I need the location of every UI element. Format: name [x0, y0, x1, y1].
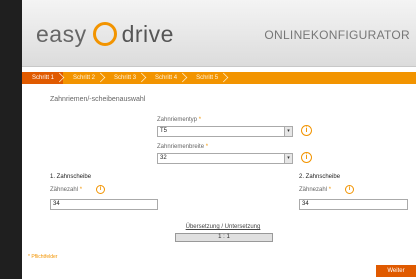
- belt-type-value: T5: [160, 128, 168, 134]
- belt-type-label-text: Zahnriementyp: [157, 117, 198, 123]
- required-mark: *: [198, 117, 202, 123]
- belt-width-select[interactable]: 32 ▾: [157, 153, 293, 164]
- info-icon[interactable]: i: [301, 152, 312, 163]
- pulley-2-teeth-label: Zähnezahl *: [299, 187, 331, 193]
- belt-width-label-text: Zahnriemenbreite: [157, 144, 205, 150]
- belt-width-value: 32: [160, 155, 167, 161]
- chevron-down-icon[interactable]: ▾: [284, 127, 292, 136]
- step-2[interactable]: Schritt 2: [63, 72, 104, 84]
- required-mark: *: [328, 187, 332, 193]
- pulley-2-heading: 2. Zahnscheibe: [299, 174, 341, 180]
- pulley-2-teeth-input[interactable]: 34: [299, 199, 408, 210]
- chevron-down-icon[interactable]: ▾: [284, 154, 292, 163]
- info-icon[interactable]: i: [301, 125, 312, 136]
- pulley-1-teeth-input[interactable]: 34: [50, 199, 158, 210]
- step-3[interactable]: Schritt 3: [104, 72, 145, 84]
- belt-type-label: Zahnriementyp *: [157, 117, 201, 123]
- ratio-value: 1 : 1: [175, 233, 273, 242]
- belt-type-select[interactable]: T5 ▾: [157, 126, 293, 137]
- pulley-1-heading: 1. Zahnscheibe: [50, 174, 92, 180]
- info-icon[interactable]: i: [96, 185, 105, 194]
- info-icon[interactable]: i: [345, 185, 354, 194]
- step-5[interactable]: Schritt 5: [186, 72, 227, 84]
- step-4[interactable]: Schritt 4: [145, 72, 186, 84]
- logo-text-easy: easy: [36, 20, 87, 47]
- required-fields-note: * Pflichtfelder: [28, 254, 58, 260]
- page-title: ONLINEKONFIGURATOR: [264, 28, 410, 42]
- header: easy drive ONLINEKONFIGURATOR: [22, 0, 416, 67]
- logo: easy drive: [36, 19, 174, 49]
- ratio-label: Übersetzung / Untersetzung: [185, 224, 261, 230]
- step-1[interactable]: Schritt 1: [22, 72, 64, 84]
- section-title: Zahnriemen/-scheibenauswahl: [50, 96, 146, 103]
- logo-text-drive: drive: [121, 20, 174, 47]
- next-button[interactable]: Weiter: [376, 265, 416, 277]
- required-mark: *: [205, 144, 209, 150]
- pulley-1-teeth-label-text: Zähnezahl: [50, 187, 79, 193]
- pulley-1-teeth-label: Zähnezahl *: [50, 187, 82, 193]
- pulley-2-teeth-label-text: Zähnezahl: [299, 187, 328, 193]
- required-mark: *: [79, 187, 83, 193]
- belt-width-label: Zahnriemenbreite *: [157, 144, 208, 150]
- configurator-window: easy drive ONLINEKONFIGURATOR Schritt 1 …: [22, 0, 416, 279]
- step-navigation: Schritt 1 Schritt 2 Schritt 3 Schritt 4 …: [22, 72, 416, 84]
- logo-ring-icon: [92, 22, 117, 46]
